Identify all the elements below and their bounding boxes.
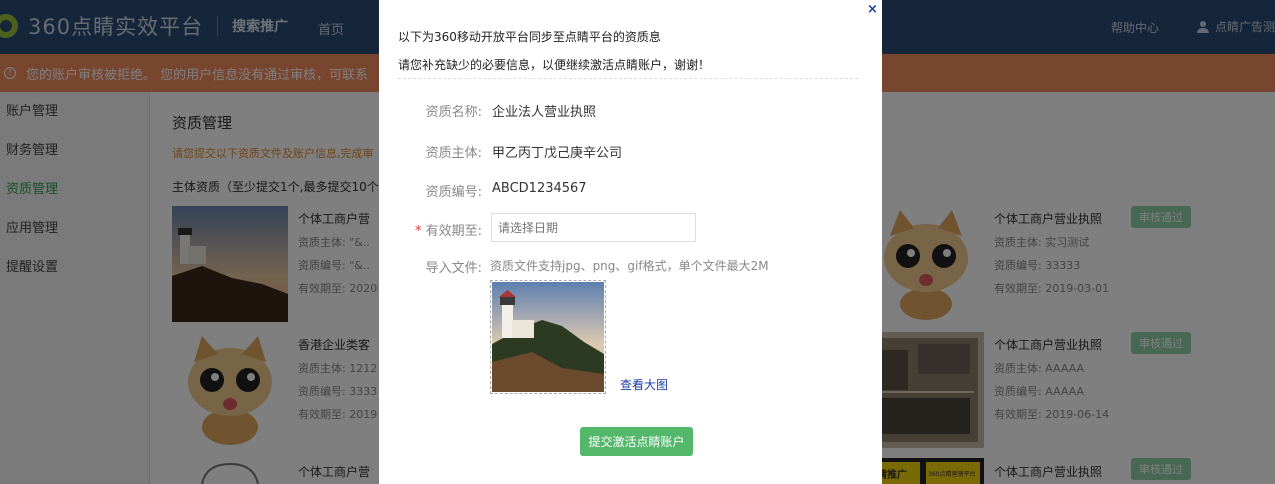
required-marker: * xyxy=(414,224,422,239)
close-icon[interactable]: × xyxy=(867,2,878,17)
uploaded-file-preview[interactable] xyxy=(490,280,606,394)
modal-instruction: 请您补充缺少的必要信息，以便继续激活点睛账户，谢谢！ xyxy=(398,58,711,72)
lighthouse-image xyxy=(492,282,604,392)
divider xyxy=(398,78,858,79)
qualification-name-value: 企业法人营业执照 xyxy=(492,105,597,120)
qualification-number-value: ABCD1234567 xyxy=(492,181,587,196)
valid-until-label: * 有效期至: xyxy=(414,224,482,239)
qualification-subject-value: 甲乙丙丁戊己庚辛公司 xyxy=(492,146,623,161)
qualification-modal: × 以下为360移动开放平台同步至点睛平台的资质息 请您补充缺少的必要信息，以便… xyxy=(379,0,882,484)
qualification-number-label: 资质编号: xyxy=(425,185,482,200)
qualification-name-label: 资质名称: xyxy=(425,105,482,120)
qualification-subject-label: 资质主体: xyxy=(425,146,482,161)
modal-intro: 以下为360移动开放平台同步至点睛平台的资质息 xyxy=(398,30,661,44)
view-large-image-link[interactable]: 查看大图 xyxy=(620,376,668,393)
upload-file-label: 导入文件: xyxy=(425,261,482,276)
upload-hint: 资质文件支持jpg、png、gif格式，单个文件最大2M xyxy=(490,259,769,273)
valid-until-date-input[interactable] xyxy=(491,213,696,242)
submit-activate-button[interactable]: 提交激活点睛账户 xyxy=(580,427,693,456)
